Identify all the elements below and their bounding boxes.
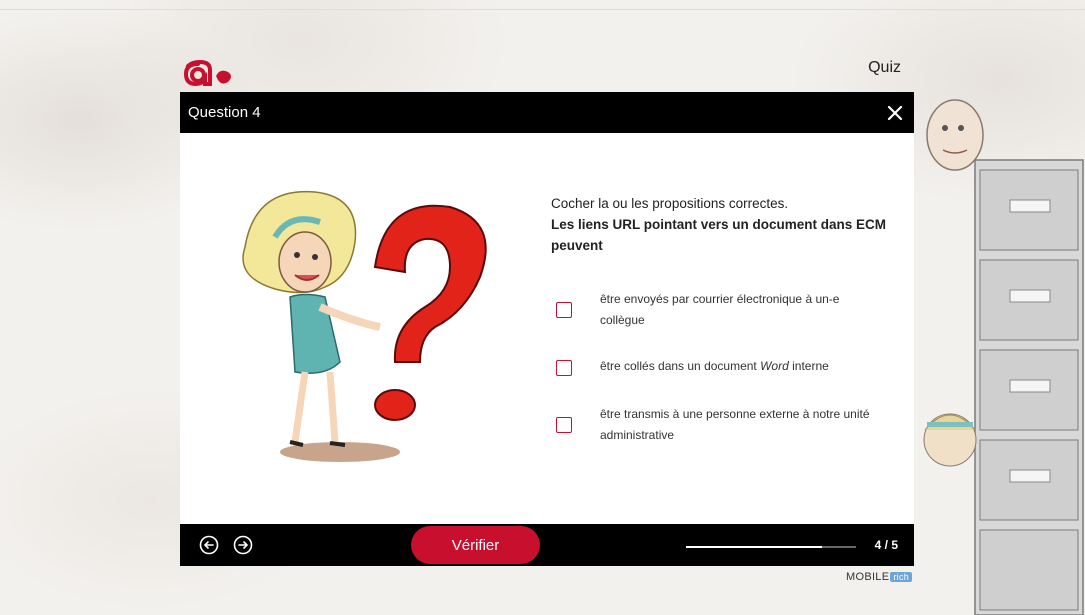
answer-checkbox-3[interactable]: [556, 417, 572, 433]
answer-text-2: être collés dans un document Word intern…: [600, 356, 870, 377]
progress-bar: [686, 546, 856, 548]
arrow-right-circle-icon[interactable]: [233, 535, 253, 555]
brand-badge: rich: [890, 572, 913, 582]
answer-text-2-italic: Word: [760, 359, 789, 373]
brand-mark: MOBILE rich: [846, 571, 913, 583]
progress-fill: [686, 546, 822, 548]
question-title: Question 4: [188, 104, 261, 121]
brand-name: MOBILE: [846, 571, 890, 583]
filing-cabinet-illustration: [923, 99, 1084, 615]
top-divider: [0, 9, 1085, 10]
logo-icon: [183, 59, 231, 87]
arrow-left-circle-icon[interactable]: [199, 535, 219, 555]
progress-counter: 4 / 5: [874, 538, 898, 552]
question-prompt: Cocher la ou les propositions correctes.…: [551, 193, 903, 256]
question-instruction: Cocher la ou les propositions correctes.: [551, 196, 789, 211]
answer-checkbox-2[interactable]: [556, 360, 572, 376]
quiz-card: Question 4 Cocher la ou les propositions…: [180, 92, 914, 566]
answer-checkbox-1[interactable]: [556, 302, 572, 318]
answer-option-2[interactable]: être collés dans un document Word intern…: [556, 342, 896, 402]
question-woman-illustration: [242, 190, 487, 462]
answer-text-2-after: interne: [788, 359, 829, 373]
answer-options: être envoyés par courrier électronique à…: [556, 282, 896, 462]
question-text: Les liens URL pointant vers un document …: [551, 217, 887, 253]
answer-text-1: être envoyés par courrier électronique à…: [600, 292, 840, 327]
answer-text-3: être transmis à une personne externe à n…: [600, 407, 870, 442]
answer-text-2-before: être collés dans un document: [600, 359, 761, 373]
close-icon[interactable]: [882, 100, 908, 126]
app-label: Quiz: [868, 59, 901, 76]
navigation-footer: Vérifier 4 / 5: [180, 524, 914, 566]
question-header: Question 4: [180, 92, 914, 133]
answer-option-3[interactable]: être transmis à une personne externe à n…: [556, 402, 896, 462]
verify-button[interactable]: Vérifier: [411, 526, 540, 564]
answer-option-1[interactable]: être envoyés par courrier électronique à…: [556, 282, 896, 342]
